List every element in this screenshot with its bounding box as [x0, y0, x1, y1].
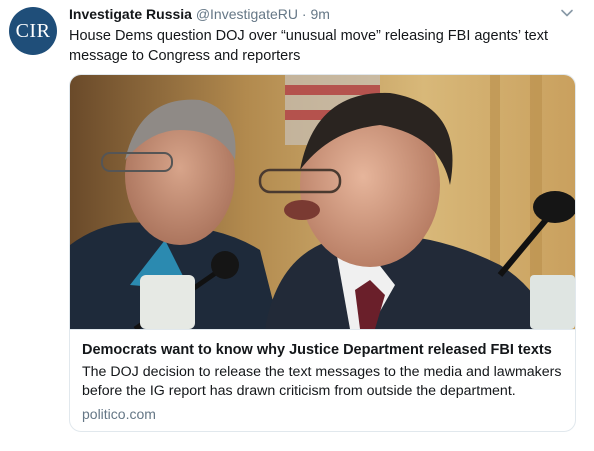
card-description: The DOJ decision to release the text mes… [82, 364, 562, 399]
avatar-text: CIR [15, 19, 51, 42]
card-domain[interactable]: politico.com [82, 406, 156, 422]
card-image[interactable] [70, 75, 575, 329]
display-name[interactable]: Investigate Russia [69, 6, 192, 22]
user-handle[interactable]: @InvestigateRU [196, 6, 298, 22]
tweet-text: House Dems question DOJ over “unusual mo… [69, 28, 548, 64]
tweet-header: Investigate Russia @InvestigateRU · 9m [69, 5, 564, 23]
card-body[interactable]: Democrats want to know why Justice Depar… [70, 329, 575, 431]
card-title[interactable]: Democrats want to know why Justice Depar… [82, 342, 552, 358]
tweet-timestamp[interactable]: 9m [310, 6, 329, 22]
chevron-down-icon[interactable] [560, 6, 574, 20]
avatar[interactable]: CIR [9, 7, 57, 55]
separator-dot: · [301, 6, 307, 22]
link-card[interactable]: Democrats want to know why Justice Depar… [69, 74, 576, 432]
